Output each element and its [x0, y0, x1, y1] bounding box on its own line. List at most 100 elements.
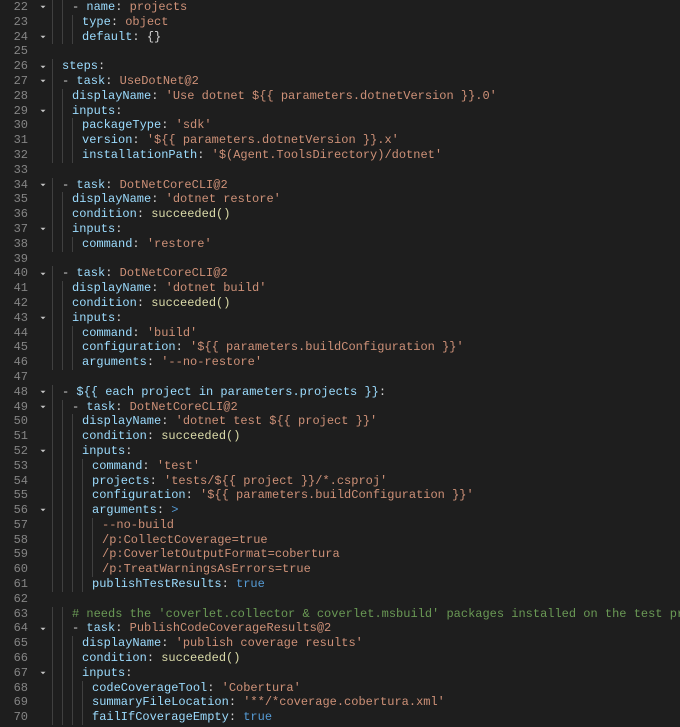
- code-line[interactable]: condition: succeeded(): [52, 429, 680, 444]
- code-line[interactable]: /p:CollectCoverage=true: [52, 533, 680, 548]
- code-line[interactable]: displayName: 'dotnet build': [52, 281, 680, 296]
- code-line[interactable]: /p:CoverletOutputFormat=cobertura: [52, 547, 680, 562]
- indent-guide: [52, 326, 62, 341]
- fold-chevron-icon[interactable]: [36, 621, 50, 636]
- code-line[interactable]: projects: 'tests/${{ project }}/*.csproj…: [52, 474, 680, 489]
- code-line[interactable]: version: '${{ parameters.dotnetVersion }…: [52, 133, 680, 148]
- code-line[interactable]: [52, 163, 680, 178]
- fold-chevron-icon: [36, 681, 50, 696]
- code-line[interactable]: command: 'build': [52, 326, 680, 341]
- code-line[interactable]: - task: DotNetCoreCLI@2: [52, 266, 680, 281]
- code-line[interactable]: [52, 370, 680, 385]
- fold-chevron-icon[interactable]: [36, 666, 50, 681]
- code-line[interactable]: command: 'restore': [52, 237, 680, 252]
- code-line[interactable]: failIfCoverageEmpty: true: [52, 710, 680, 725]
- indent-guide: [52, 178, 62, 193]
- token-colon: :: [222, 577, 236, 592]
- fold-chevron-icon[interactable]: [36, 444, 50, 459]
- token-key: condition: [72, 207, 137, 222]
- code-line[interactable]: condition: succeeded(): [52, 651, 680, 666]
- line-number: 33: [4, 163, 28, 178]
- fold-chevron-icon[interactable]: [36, 400, 50, 415]
- code-line[interactable]: --no-build: [52, 518, 680, 533]
- code-line[interactable]: - ${{ each project in parameters.project…: [52, 385, 680, 400]
- token-colon: :: [161, 118, 175, 133]
- code-line[interactable]: codeCoverageTool: 'Cobertura': [52, 681, 680, 696]
- indent-guide: [52, 74, 62, 89]
- fold-chevron-icon[interactable]: [36, 104, 50, 119]
- code-line[interactable]: - task: UseDotNet@2: [52, 74, 680, 89]
- code-line[interactable]: inputs:: [52, 444, 680, 459]
- code-line[interactable]: - task: PublishCodeCoverageResults@2: [52, 621, 680, 636]
- fold-chevron-icon[interactable]: [36, 222, 50, 237]
- indent-guide: [52, 444, 62, 459]
- code-line[interactable]: packageType: 'sdk': [52, 118, 680, 133]
- code-area[interactable]: - name: projectstype: objectdefault: {} s…: [50, 0, 680, 727]
- indent-guide: [62, 192, 72, 207]
- fold-chevron-icon[interactable]: [36, 30, 50, 45]
- fold-chevron-icon[interactable]: [36, 74, 50, 89]
- code-line[interactable]: condition: succeeded(): [52, 296, 680, 311]
- token-func: succeeded(): [151, 207, 230, 222]
- code-line[interactable]: - task: DotNetCoreCLI@2: [52, 178, 680, 193]
- code-line[interactable]: publishTestResults: true: [52, 577, 680, 592]
- token-block-scalar: /p:TreatWarningsAsErrors=true: [102, 562, 311, 577]
- fold-chevron-icon[interactable]: [36, 311, 50, 326]
- code-line[interactable]: displayName: 'Use dotnet ${{ parameters.…: [52, 89, 680, 104]
- indent-guide: [92, 562, 102, 577]
- code-line[interactable]: default: {}: [52, 30, 680, 45]
- code-line[interactable]: inputs:: [52, 311, 680, 326]
- code-line[interactable]: inputs:: [52, 666, 680, 681]
- fold-chevron-icon[interactable]: [36, 59, 50, 74]
- indent-guide: [52, 207, 62, 222]
- code-line[interactable]: installationPath: '$(Agent.ToolsDirector…: [52, 148, 680, 163]
- code-line[interactable]: displayName: 'publish coverage results': [52, 636, 680, 651]
- token-key: configuration: [92, 488, 186, 503]
- indent-guide: [72, 503, 82, 518]
- code-line[interactable]: inputs:: [52, 104, 680, 119]
- code-line[interactable]: arguments: >: [52, 503, 680, 518]
- token-key: command: [92, 459, 142, 474]
- token-string: 'dotnet restore': [166, 192, 281, 207]
- line-number: 36: [4, 207, 28, 222]
- fold-chevron-icon[interactable]: [36, 385, 50, 400]
- line-number: 47: [4, 370, 28, 385]
- code-line[interactable]: - task: DotNetCoreCLI@2: [52, 400, 680, 415]
- token-key: command: [82, 326, 132, 341]
- token-key: inputs: [82, 666, 125, 681]
- token-key: failIfCoverageEmpty: [92, 710, 229, 725]
- code-line[interactable]: # needs the 'coverlet.collector & coverl…: [52, 607, 680, 622]
- fold-chevron-icon[interactable]: [36, 503, 50, 518]
- code-line[interactable]: summaryFileLocation: '**/*coverage.cober…: [52, 695, 680, 710]
- code-line[interactable]: /p:TreatWarningsAsErrors=true: [52, 562, 680, 577]
- code-line[interactable]: [52, 44, 680, 59]
- code-line[interactable]: type: object: [52, 15, 680, 30]
- fold-chevron-icon[interactable]: [36, 178, 50, 193]
- code-line[interactable]: steps:: [52, 59, 680, 74]
- code-line[interactable]: - name: projects: [52, 0, 680, 15]
- code-line[interactable]: [52, 252, 680, 267]
- indent-guide: [52, 710, 62, 725]
- code-line[interactable]: [52, 592, 680, 607]
- token-func: succeeded(): [161, 429, 240, 444]
- line-number: 22: [4, 0, 28, 15]
- code-editor[interactable]: 2223242526272829303132333435363738394041…: [0, 0, 680, 727]
- token-string: '${{ parameters.dotnetVersion }}.x': [147, 133, 399, 148]
- code-line[interactable]: inputs:: [52, 222, 680, 237]
- code-line[interactable]: configuration: '${{ parameters.buildConf…: [52, 488, 680, 503]
- fold-chevron-icon[interactable]: [36, 266, 50, 281]
- code-line[interactable]: condition: succeeded(): [52, 207, 680, 222]
- token-colon: :: [150, 474, 164, 489]
- indent-guide: [52, 89, 62, 104]
- code-line[interactable]: displayName: 'dotnet test ${{ project }}…: [52, 414, 680, 429]
- token-string: '--no-restore': [161, 355, 262, 370]
- code-line[interactable]: displayName: 'dotnet restore': [52, 192, 680, 207]
- line-number: 51: [4, 429, 28, 444]
- fold-chevron-icon: [36, 133, 50, 148]
- fold-chevron-icon[interactable]: [36, 0, 50, 15]
- code-line[interactable]: command: 'test': [52, 459, 680, 474]
- code-line[interactable]: arguments: '--no-restore': [52, 355, 680, 370]
- token-colon: :: [132, 326, 146, 341]
- code-line[interactable]: configuration: '${{ parameters.buildConf…: [52, 340, 680, 355]
- line-number: 60: [4, 562, 28, 577]
